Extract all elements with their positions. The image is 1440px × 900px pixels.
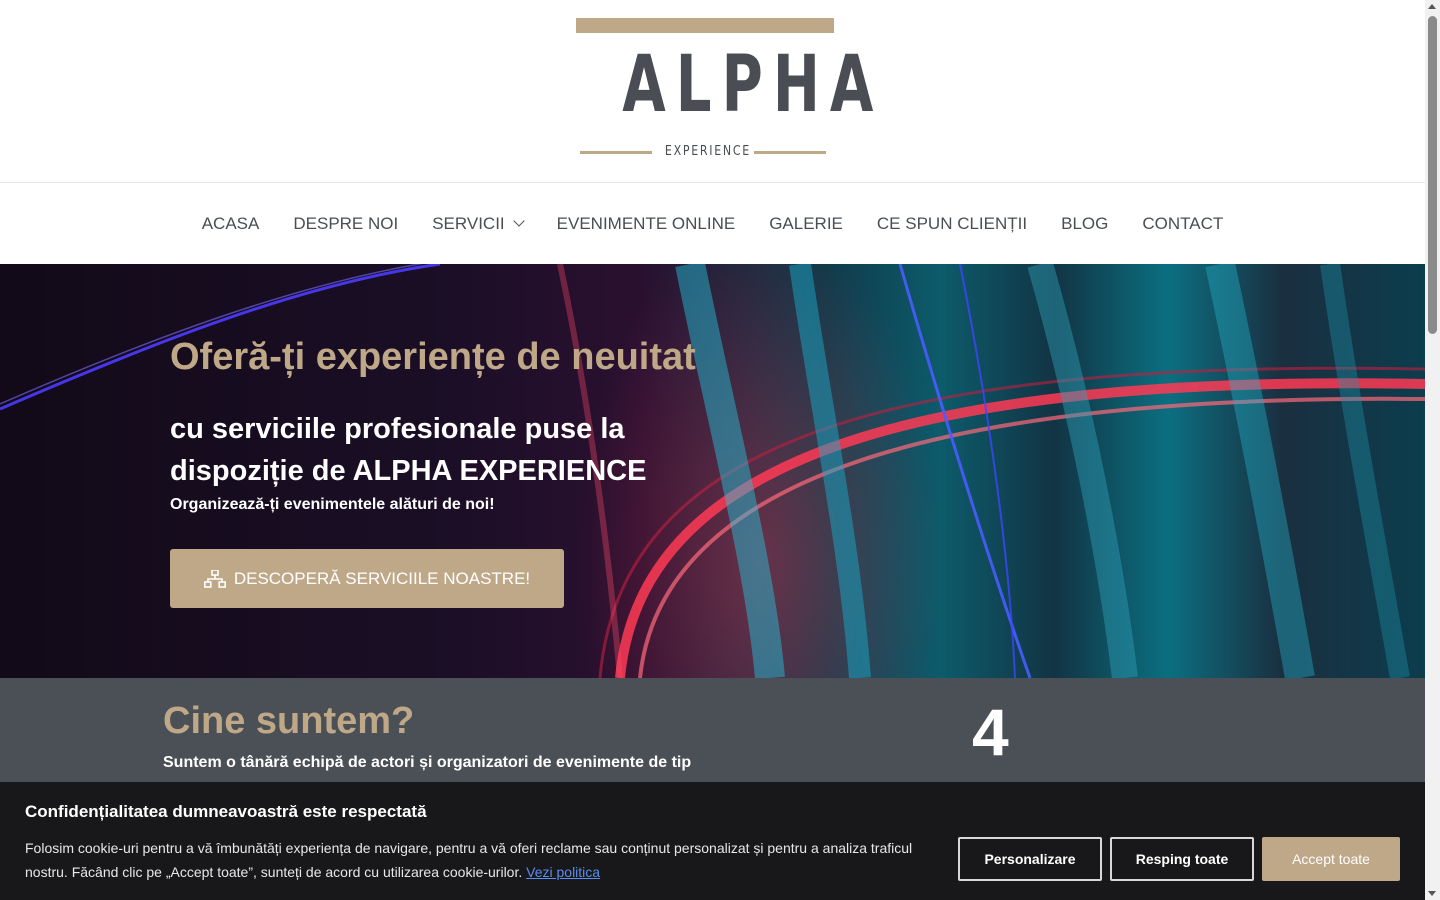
nav-item-ce-spun-clientii[interactable]: CE SPUN CLIENȚII — [877, 214, 1027, 234]
nav-item-contact[interactable]: CONTACT — [1142, 214, 1223, 234]
nav-item-blog[interactable]: BLOG — [1061, 214, 1108, 234]
logo-line-right — [754, 151, 826, 154]
nav-item-evenimente-online[interactable]: EVENIMENTE ONLINE — [557, 214, 736, 234]
stat-counter: 4 — [972, 695, 1009, 769]
cookie-text: Folosim cookie-uri pentru a vă îmbunătăț… — [25, 836, 925, 884]
about-title: Cine suntem? — [163, 700, 415, 742]
logo-subtitle: EXPERIENCE — [664, 144, 751, 159]
page-scrollbar[interactable] — [1425, 0, 1440, 900]
hero-section: Oferă-ți experiențe de neuitat cu servic… — [0, 264, 1425, 678]
about-text: Suntem o tânără echipă de actori și orga… — [163, 754, 692, 771]
chevron-down-icon — [512, 215, 525, 227]
nav-item-label: GALERIE — [769, 213, 843, 233]
nav-item-servicii[interactable]: SERVICII — [432, 213, 525, 234]
nav-item-galerie[interactable]: GALERIE — [769, 214, 843, 234]
sitemap-icon — [203, 569, 226, 588]
accept-all-button[interactable]: Accept toate — [1262, 837, 1400, 881]
nav-item-label: DESPRE NOI — [293, 213, 399, 233]
cookie-description: Folosim cookie-uri pentru a vă îmbunătăț… — [25, 840, 913, 880]
discover-services-label: DESCOPERĂ SERVICIILE NOASTRE! — [233, 568, 531, 588]
main-nav: ACASA DESPRE NOI SERVICII EVENIMENTE ONL… — [0, 183, 1425, 264]
privacy-policy-link[interactable]: Vezi politica — [526, 864, 600, 880]
nav-item-label: BLOG — [1061, 213, 1109, 233]
cookie-title: Confidențialitatea dumneavoastră este re… — [25, 802, 427, 821]
reject-all-button[interactable]: Resping toate — [1110, 837, 1254, 881]
nav-item-label: ACASA — [201, 213, 260, 233]
customize-button[interactable]: Personalizare — [958, 837, 1102, 881]
scroll-down-arrow-icon[interactable] — [1428, 891, 1436, 896]
site-logo[interactable]: ALPHA EXPERIENCE — [576, 18, 884, 163]
nav-item-label: CE SPUN CLIENȚII — [876, 213, 1028, 233]
scrollbar-thumb[interactable] — [1428, 16, 1437, 334]
logo-title: ALPHA — [622, 40, 884, 130]
hero-title: Oferă-ți experiențe de neuitat — [170, 336, 696, 378]
site-header: ALPHA EXPERIENCE — [0, 0, 1425, 183]
nav-item-despre-noi[interactable]: DESPRE NOI — [293, 214, 398, 234]
cookie-banner: Confidențialitatea dumneavoastră este re… — [0, 782, 1425, 900]
nav-item-label: EVENIMENTE ONLINE — [556, 213, 736, 233]
logo-top-bar — [576, 18, 834, 33]
nav-item-label: CONTACT — [1142, 213, 1224, 233]
discover-services-button[interactable]: DESCOPERĂ SERVICIILE NOASTRE! — [170, 549, 564, 608]
logo-line-left — [580, 151, 652, 154]
hero-subtitle: cu serviciile profesionale puse la dispo… — [170, 413, 647, 487]
nav-item-label: SERVICII — [432, 213, 505, 233]
hero-tagline: Organizează-ți evenimentele alături de n… — [170, 496, 495, 513]
scroll-up-arrow-icon[interactable] — [1428, 4, 1436, 9]
nav-item-acasa[interactable]: ACASA — [202, 214, 260, 234]
logo-subtitle-row: EXPERIENCE — [576, 144, 834, 160]
